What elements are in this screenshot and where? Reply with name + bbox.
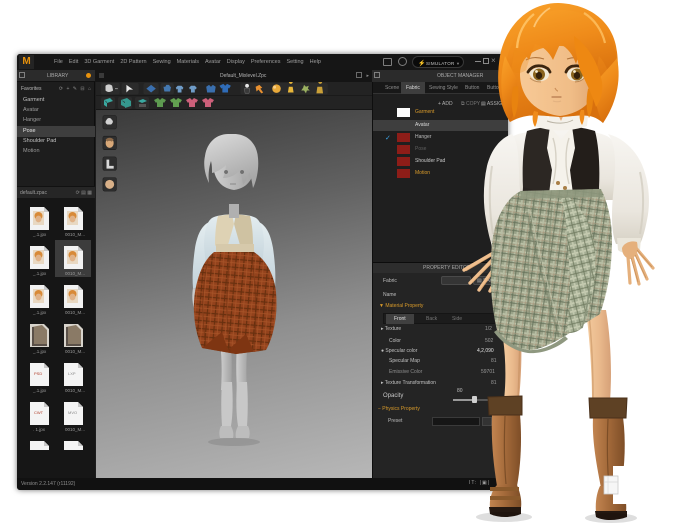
svg-text:_.1.jpx: _.1.jpx bbox=[32, 388, 47, 393]
svg-text:0010_M...: 0010_M... bbox=[65, 310, 85, 315]
svg-text:_.1.jpx: _.1.jpx bbox=[32, 310, 47, 315]
svg-text:_.1.jpx: _.1.jpx bbox=[32, 271, 47, 276]
svg-text:0010_M...: 0010_M... bbox=[65, 271, 85, 276]
svg-text:. 1.jpx: . 1.jpx bbox=[33, 427, 46, 432]
svg-text:0010_M...: 0010_M... bbox=[65, 349, 85, 354]
svg-text:_.1.jpx: _.1.jpx bbox=[32, 232, 47, 237]
svg-text:0010_M...: 0010_M... bbox=[65, 388, 85, 393]
svg-text:_.1.jpx: _.1.jpx bbox=[32, 349, 47, 354]
svg-text:MVO: MVO bbox=[68, 410, 77, 415]
svg-text:CWT: CWT bbox=[34, 410, 44, 415]
svg-text:0010_M...: 0010_M... bbox=[65, 232, 85, 237]
svg-text:LXP: LXP bbox=[68, 371, 76, 376]
svg-text:0010_M...: 0010_M... bbox=[65, 427, 85, 432]
svg-text:PSD: PSD bbox=[34, 371, 42, 376]
